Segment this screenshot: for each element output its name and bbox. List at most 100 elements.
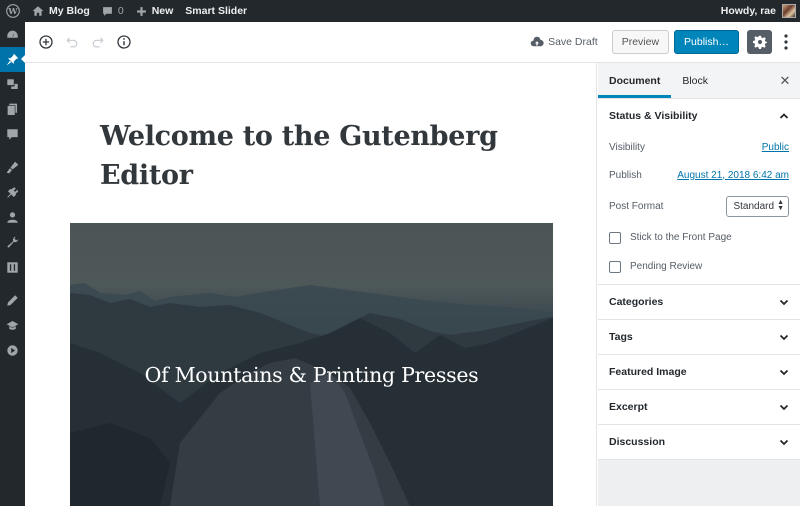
site-name: My Blog bbox=[49, 5, 90, 17]
tab-block[interactable]: Block bbox=[671, 63, 719, 98]
visibility-row: Visibility Public bbox=[598, 133, 800, 161]
menu-settings[interactable] bbox=[0, 255, 25, 280]
cover-text[interactable]: Of Mountains & Printing Presses bbox=[70, 363, 553, 387]
tags-toggle[interactable]: Tags bbox=[598, 320, 800, 354]
status-visibility-toggle[interactable]: Status & Visibility bbox=[598, 99, 800, 133]
pin-icon bbox=[6, 53, 19, 66]
menu-learn[interactable] bbox=[0, 313, 25, 338]
post-title[interactable]: Welcome to the Gutenberg Editor bbox=[100, 117, 530, 195]
play-circle-icon bbox=[7, 345, 18, 356]
editor-content: Welcome to the Gutenberg Editor Of Mount… bbox=[25, 63, 597, 506]
post-format-row: Post Format Standard ▲ ▼ bbox=[598, 189, 800, 223]
smart-slider-link[interactable]: Smart Slider bbox=[179, 0, 253, 22]
post-format-select[interactable]: Standard ▲ ▼ bbox=[726, 195, 789, 217]
wordpress-icon: W bbox=[6, 4, 20, 18]
wordpress-logo-button[interactable]: W bbox=[0, 0, 26, 22]
chevron-down-icon bbox=[779, 404, 789, 411]
comments-link[interactable]: 0 bbox=[96, 0, 130, 22]
save-draft-label: Save Draft bbox=[548, 36, 598, 48]
tags-panel[interactable]: Tags bbox=[598, 320, 800, 355]
visibility-link[interactable]: Public bbox=[762, 142, 789, 153]
settings-sidebar: Document Block ✕ Status & Visibility Vis… bbox=[598, 63, 800, 506]
account-menu[interactable]: Howdy, rae bbox=[715, 0, 800, 22]
chevron-down-icon bbox=[779, 369, 789, 376]
paintbrush-icon bbox=[6, 161, 19, 174]
media-icon bbox=[7, 79, 18, 90]
new-label: New bbox=[151, 5, 174, 17]
menu-dashboard[interactable] bbox=[0, 22, 25, 47]
menu-comments[interactable] bbox=[0, 122, 25, 147]
settings-toggle-button[interactable] bbox=[747, 30, 772, 54]
undo-icon bbox=[66, 37, 78, 48]
chevron-down-icon bbox=[779, 299, 789, 306]
checkbox-box[interactable] bbox=[609, 260, 621, 273]
undo-button[interactable] bbox=[59, 29, 85, 55]
cloud-upload-icon bbox=[530, 36, 544, 47]
close-sidebar-button[interactable]: ✕ bbox=[770, 63, 800, 98]
panel-title: Tags bbox=[609, 331, 633, 343]
add-circle-icon bbox=[39, 35, 53, 49]
discussion-toggle[interactable]: Discussion bbox=[598, 425, 800, 459]
preview-button[interactable]: Preview bbox=[611, 30, 670, 54]
menu-media[interactable] bbox=[0, 72, 25, 97]
plugin-icon bbox=[7, 187, 19, 198]
settings-icon bbox=[7, 262, 18, 273]
smart-slider-label: Smart Slider bbox=[185, 5, 248, 17]
featured-image-toggle[interactable]: Featured Image bbox=[598, 355, 800, 389]
save-draft-button[interactable]: Save Draft bbox=[530, 35, 598, 49]
excerpt-toggle[interactable]: Excerpt bbox=[598, 390, 800, 424]
menu-tools[interactable] bbox=[0, 230, 25, 255]
publish-label: Publish bbox=[609, 169, 642, 181]
admin-bar: W My Blog 0 New Smart Slider Howdy, rae bbox=[0, 0, 800, 22]
redo-icon bbox=[92, 37, 104, 48]
pending-label: Pending Review bbox=[630, 261, 703, 272]
comments-count: 0 bbox=[117, 5, 124, 17]
discussion-panel[interactable]: Discussion bbox=[598, 425, 800, 460]
svg-text:W: W bbox=[7, 6, 18, 16]
featured-image-panel[interactable]: Featured Image bbox=[598, 355, 800, 390]
menu-smart-slider[interactable] bbox=[0, 338, 25, 363]
chevron-down-icon bbox=[779, 439, 789, 446]
add-block-button[interactable] bbox=[33, 29, 59, 55]
sidebar-tabs: Document Block ✕ bbox=[598, 63, 800, 99]
publish-date-link[interactable]: August 21, 2018 6:42 am bbox=[677, 170, 789, 181]
stick-front-page-checkbox[interactable]: Stick to the Front Page bbox=[598, 223, 800, 252]
checkbox-box[interactable] bbox=[609, 231, 621, 244]
graduation-cap-icon bbox=[6, 320, 19, 330]
menu-users[interactable] bbox=[0, 205, 25, 230]
editor-header: Save Draft Preview Publish… bbox=[25, 22, 800, 63]
cover-image-block[interactable]: Of Mountains & Printing Presses bbox=[70, 223, 553, 506]
menu-edit[interactable] bbox=[0, 288, 25, 313]
info-icon bbox=[117, 35, 131, 49]
panel-title: Categories bbox=[609, 296, 664, 308]
panel-title: Discussion bbox=[609, 436, 666, 448]
publish-button[interactable]: Publish… bbox=[674, 30, 739, 54]
panel-title: Status & Visibility bbox=[609, 110, 698, 122]
close-icon: ✕ bbox=[779, 72, 791, 88]
new-content-link[interactable]: New bbox=[130, 0, 180, 22]
menu-plugins[interactable] bbox=[0, 180, 25, 205]
gear-icon bbox=[752, 35, 767, 49]
status-visibility-panel: Status & Visibility Visibility Public Pu… bbox=[598, 99, 800, 285]
menu-pages[interactable] bbox=[0, 97, 25, 122]
site-name-link[interactable]: My Blog bbox=[26, 0, 96, 22]
pending-review-checkbox[interactable]: Pending Review bbox=[598, 252, 800, 281]
select-arrows-icon: ▲ ▼ bbox=[777, 199, 784, 212]
wrench-icon bbox=[7, 236, 19, 248]
content-info-button[interactable] bbox=[111, 29, 137, 55]
more-menu-button[interactable] bbox=[778, 30, 794, 54]
comment-icon bbox=[102, 6, 112, 16]
more-vertical-icon bbox=[784, 34, 788, 50]
menu-posts[interactable] bbox=[0, 47, 25, 72]
panel-title: Featured Image bbox=[609, 366, 687, 378]
dashboard-icon bbox=[7, 30, 18, 38]
excerpt-panel[interactable]: Excerpt bbox=[598, 390, 800, 425]
visibility-label: Visibility bbox=[609, 141, 645, 153]
redo-button[interactable] bbox=[85, 29, 111, 55]
categories-toggle[interactable]: Categories bbox=[598, 285, 800, 319]
panel-title: Excerpt bbox=[609, 401, 648, 413]
post-format-label: Post Format bbox=[609, 200, 664, 212]
menu-appearance[interactable] bbox=[0, 155, 25, 180]
categories-panel[interactable]: Categories bbox=[598, 285, 800, 320]
tab-document[interactable]: Document bbox=[598, 63, 672, 98]
